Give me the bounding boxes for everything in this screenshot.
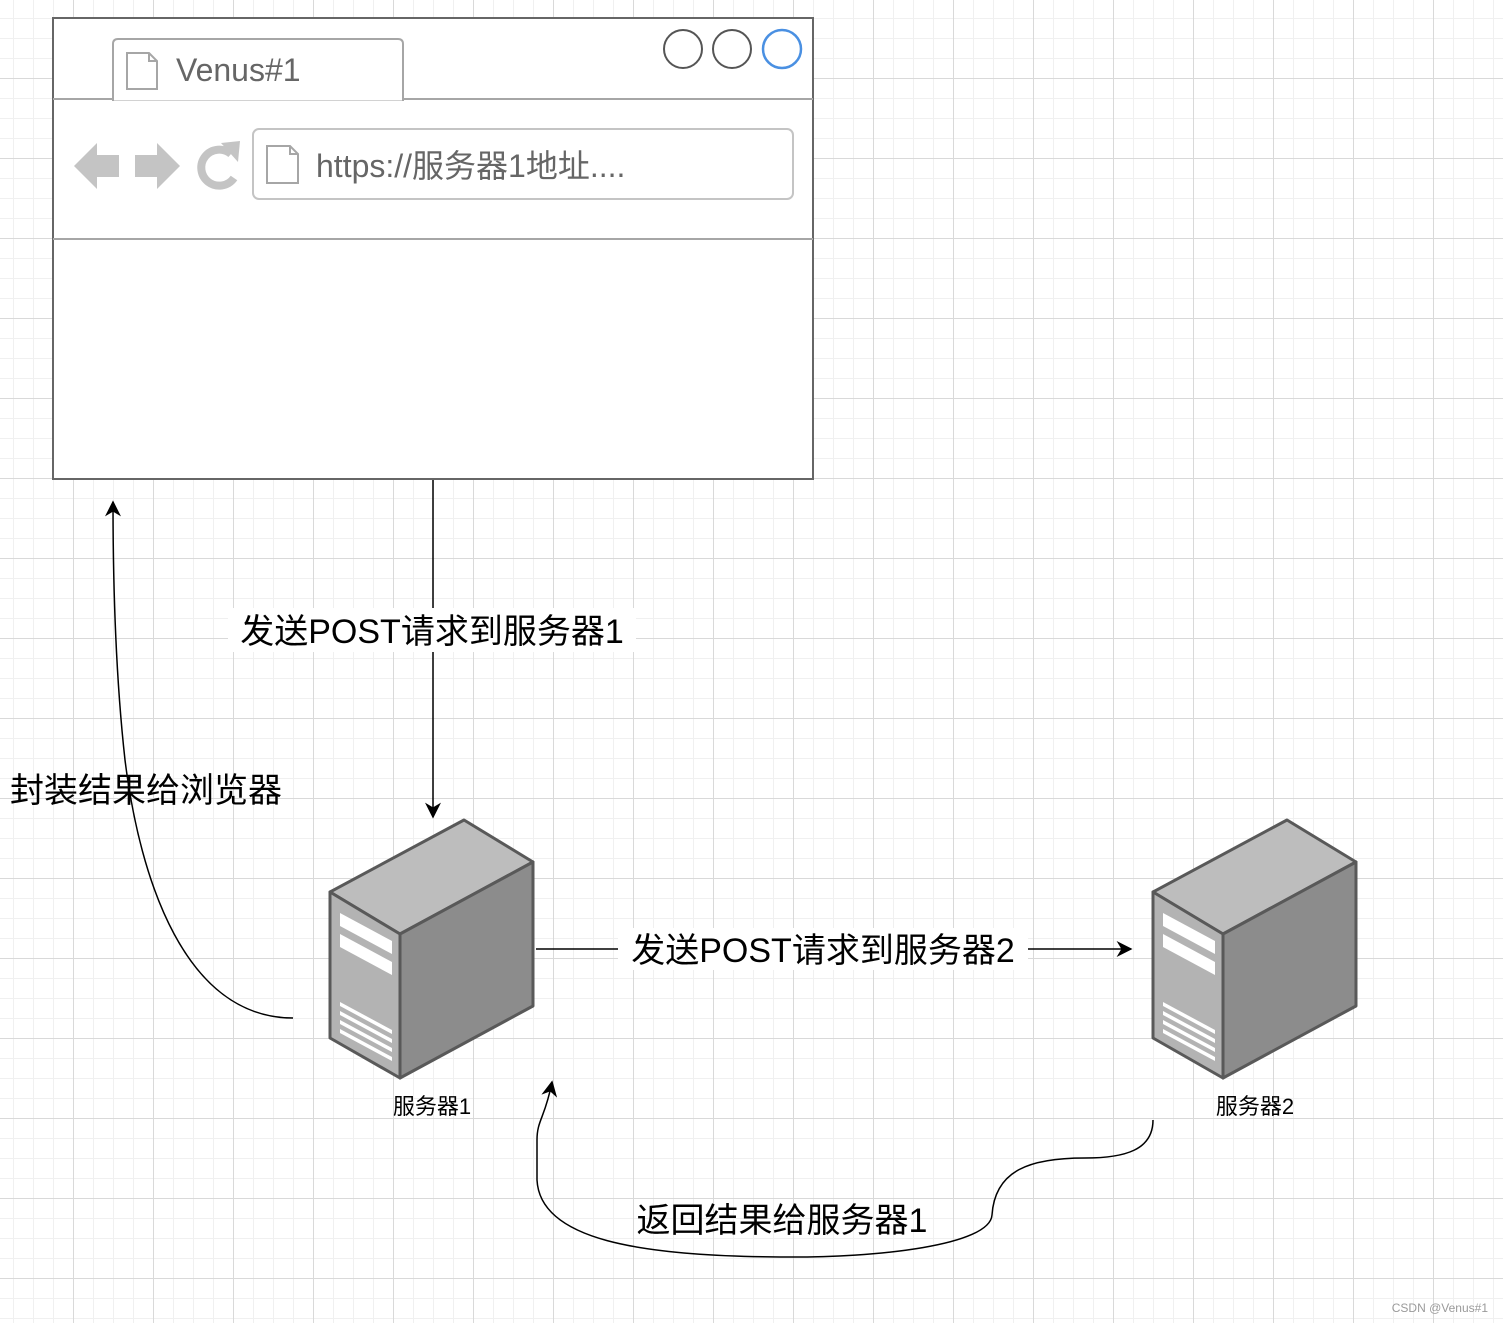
server-2-label: 服务器2: [1216, 1094, 1294, 1119]
server-icon: [1151, 818, 1358, 1080]
edge-label-server2-to-server1: 返回结果给服务器1: [637, 1202, 928, 1240]
url-text: https://服务器1地址....: [316, 148, 625, 184]
page-icon: [126, 52, 158, 90]
diagram-canvas: Venus#1 https://服务器1地址.... 服务器1 服务器2 发送P…: [10, 17, 1489, 1315]
edge-label-browser-to-server1: 发送POST请求到服务器1: [240, 613, 623, 651]
window-button-1[interactable]: [663, 29, 703, 69]
server-1-label: 服务器1: [393, 1094, 471, 1119]
browser-window: Venus#1 https://服务器1地址....: [52, 17, 814, 480]
url-bar[interactable]: https://服务器1地址....: [252, 128, 794, 200]
window-button-2[interactable]: [712, 29, 752, 69]
edge-label-server1-to-browser: 封装结果给浏览器: [10, 772, 282, 810]
tab-title: Venus#1: [176, 52, 301, 88]
browser-tab[interactable]: Venus#1: [112, 38, 404, 101]
server-1[interactable]: [328, 818, 535, 1080]
server-2[interactable]: [1151, 818, 1358, 1080]
watermark: CSDN @Venus#1: [1392, 1301, 1489, 1315]
edge-server1-to-browser: [105, 500, 294, 1019]
window-button-3[interactable]: [761, 28, 803, 70]
server-icon: [328, 818, 535, 1080]
edge-label-server1-to-server2: 发送POST请求到服务器2: [631, 932, 1014, 970]
page-icon: [266, 145, 299, 184]
